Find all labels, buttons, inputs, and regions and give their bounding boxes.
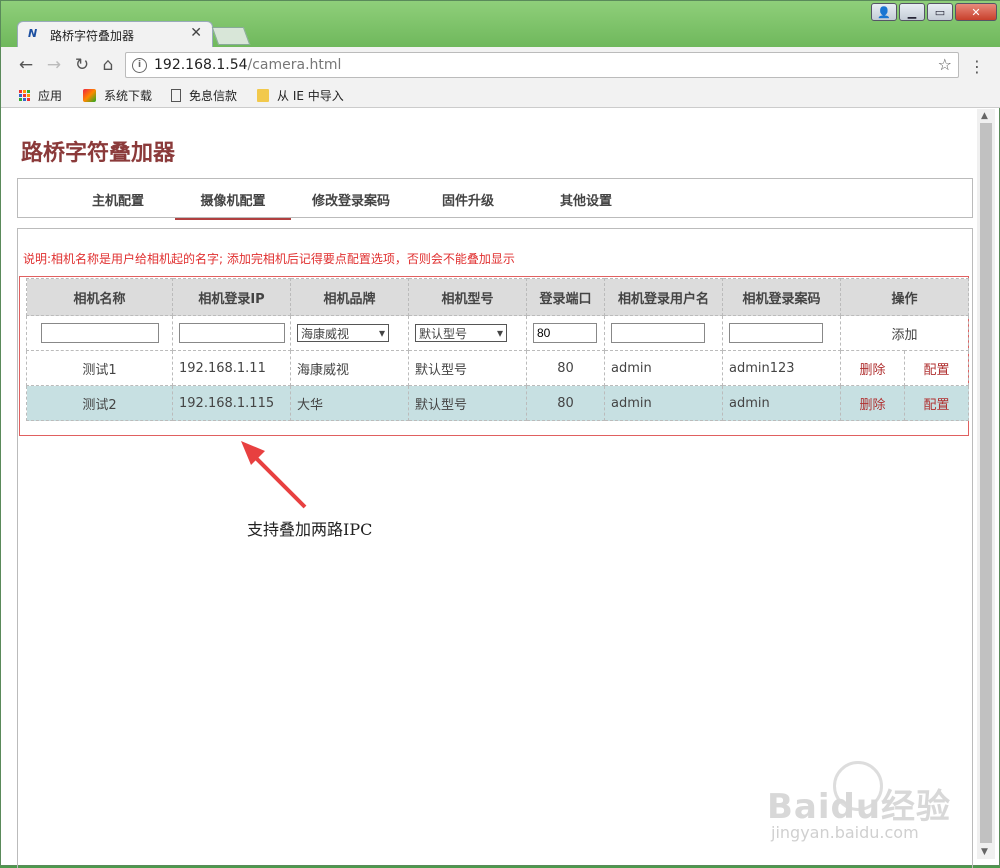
cell-camera-ip: 192.168.1.11 <box>172 350 291 386</box>
tab-title: 路桥字符叠加器 <box>50 29 135 43</box>
table-row[interactable]: 测试2 192.168.1.115 大华 默认型号 80 admin admin… <box>26 385 970 421</box>
tab-other-settings[interactable]: 其他设置 <box>556 190 616 209</box>
annotation-arrow-icon <box>241 441 307 509</box>
bookmark-apps[interactable]: 应用 <box>19 87 62 104</box>
vertical-scrollbar[interactable]: ▲ ▼ <box>977 109 995 859</box>
scroll-up-icon[interactable]: ▲ <box>981 111 988 121</box>
system-download-icon <box>83 89 96 102</box>
login-user-input[interactable] <box>611 323 705 343</box>
header-login-port: 登录端口 <box>526 278 605 316</box>
annotation-caption: 支持叠加两路IPC <box>247 520 373 539</box>
cell-login-password: admin123 <box>722 350 841 386</box>
tab-camera-config[interactable]: 摄像机配置 <box>175 190 291 220</box>
header-actions: 操作 <box>839 278 970 316</box>
cell-login-password: admin <box>722 385 841 421</box>
cell-login-port: 80 <box>526 350 605 386</box>
header-camera-model: 相机型号 <box>408 278 527 316</box>
url-text: 192.168.1.54/camera.html <box>154 57 341 73</box>
url-path: /camera.html <box>247 57 342 73</box>
tab-change-password[interactable]: 修改登录案码 <box>308 190 394 209</box>
cell-camera-model: 默认型号 <box>408 350 527 386</box>
window-controls: 👤 ▁ ▭ ✕ <box>871 3 997 21</box>
bookmark-system-download[interactable]: 系统下载 <box>83 87 152 104</box>
browser-tab[interactable]: N 路桥字符叠加器 ✕ <box>17 21 213 47</box>
home-icon[interactable]: ⌂ <box>97 55 119 75</box>
apps-icon <box>19 90 30 101</box>
cell-camera-ip: 192.168.1.115 <box>172 385 291 421</box>
header-camera-ip: 相机登录IP <box>172 278 291 316</box>
browser-window: N 路桥字符叠加器 ✕ 👤 ▁ ▭ ✕ ← → ↻ ⌂ i 192.168.1.… <box>0 0 1000 868</box>
minimize-button[interactable]: ▁ <box>899 3 925 21</box>
camera-table-frame: 相机名称 相机登录IP 相机品牌 相机型号 登录端口 相机登录用户名 相机登录案… <box>19 276 970 436</box>
table-header-row: 相机名称 相机登录IP 相机品牌 相机型号 登录端口 相机登录用户名 相机登录案… <box>26 278 970 316</box>
header-login-password: 相机登录案码 <box>722 278 841 316</box>
bookmark-label: 应用 <box>38 89 63 103</box>
add-button[interactable]: 添加 <box>839 315 970 351</box>
page-title: 路桥字符叠加器 <box>21 141 176 166</box>
cell-login-user: admin <box>604 385 723 421</box>
user-icon[interactable]: 👤 <box>871 3 897 21</box>
tab-firmware-upgrade[interactable]: 固件升级 <box>438 190 498 209</box>
page-icon <box>171 89 181 102</box>
bookmark-label: 系统下载 <box>104 89 153 103</box>
cell-camera-brand: 海康威视 <box>290 350 409 386</box>
cell-login-user: admin <box>604 350 723 386</box>
arrow-shaft <box>249 451 307 509</box>
config-button[interactable]: 配置 <box>903 350 970 386</box>
watermark-brand: Baidu经验 <box>767 787 952 827</box>
address-bar[interactable]: i 192.168.1.54/camera.html ☆ <box>125 52 959 78</box>
page-content: 路桥字符叠加器 主机配置 摄像机配置 修改登录案码 固件升级 其他设置 说明:相… <box>1 108 976 868</box>
camera-name-input[interactable] <box>40 323 159 343</box>
delete-button[interactable]: 删除 <box>840 385 905 421</box>
url-host: 192.168.1.54 <box>154 57 248 73</box>
close-tab-icon[interactable]: ✕ <box>190 25 202 41</box>
scroll-thumb[interactable] <box>980 123 992 843</box>
bookmarks-bar: 应用 系统下载 免息信款 从 IE 中导入 <box>1 83 1000 108</box>
main-nav: 主机配置 摄像机配置 修改登录案码 固件升级 其他设置 <box>17 178 973 220</box>
brand-select[interactable]: 海康威视 ▾ <box>297 324 389 342</box>
header-camera-brand: 相机品牌 <box>290 278 409 316</box>
back-arrow-icon[interactable]: ← <box>15 55 37 75</box>
login-password-input[interactable] <box>729 323 823 343</box>
cell-camera-name: 测试2 <box>26 385 173 421</box>
bookmark-label: 免息信款 <box>189 89 238 103</box>
close-window-button[interactable]: ✕ <box>955 3 997 21</box>
cell-camera-brand: 大华 <box>290 385 409 421</box>
reload-icon[interactable]: ↻ <box>71 55 93 75</box>
tab-strip: N 路桥字符叠加器 ✕ 👤 ▁ ▭ ✕ <box>1 1 1000 47</box>
brand-select-value: 海康威视 <box>301 326 350 341</box>
bookmark-star-icon[interactable]: ☆ <box>938 55 952 74</box>
browser-menu-icon[interactable]: ⋮ <box>969 57 985 76</box>
dropdown-arrow-icon: ▾ <box>378 326 385 340</box>
port-input[interactable] <box>533 323 597 343</box>
instruction-note: 说明:相机名称是用户给相机起的名字; 添加完相机后记得要点配置选项，否则会不能叠… <box>23 252 515 266</box>
watermark-url: jingyan.baidu.com <box>771 823 919 842</box>
header-camera-name: 相机名称 <box>26 278 173 316</box>
cell-camera-name: 测试1 <box>26 350 173 386</box>
camera-ip-input[interactable] <box>179 323 285 343</box>
bookmark-free-loan[interactable]: 免息信款 <box>171 87 237 104</box>
cell-login-port: 80 <box>526 385 605 421</box>
maximize-button[interactable]: ▭ <box>927 3 953 21</box>
browser-toolbar: ← → ↻ ⌂ i 192.168.1.54/camera.html ☆ ⋮ <box>1 47 1000 83</box>
tab-host-config[interactable]: 主机配置 <box>88 190 148 209</box>
new-camera-row: 海康威视 ▾ 默认型号 ▾ 添加 <box>26 315 970 351</box>
model-select[interactable]: 默认型号 ▾ <box>415 324 507 342</box>
model-select-value: 默认型号 <box>419 326 468 341</box>
config-button[interactable]: 配置 <box>903 385 970 421</box>
folder-icon <box>257 89 269 102</box>
cell-camera-model: 默认型号 <box>408 385 527 421</box>
dropdown-arrow-icon: ▾ <box>496 326 503 340</box>
table-row[interactable]: 测试1 192.168.1.11 海康威视 默认型号 80 admin admi… <box>26 350 970 386</box>
header-login-user: 相机登录用户名 <box>604 278 723 316</box>
forward-arrow-icon[interactable]: → <box>43 55 65 75</box>
bookmark-label: 从 IE 中导入 <box>277 89 344 103</box>
info-icon[interactable]: i <box>132 58 147 73</box>
camera-table: 相机名称 相机登录IP 相机品牌 相机型号 登录端口 相机登录用户名 相机登录案… <box>26 278 970 421</box>
scroll-down-icon[interactable]: ▼ <box>981 847 988 857</box>
favicon-icon: N <box>28 27 38 40</box>
bookmark-import-ie[interactable]: 从 IE 中导入 <box>257 87 344 104</box>
delete-button[interactable]: 删除 <box>840 350 905 386</box>
new-tab-button[interactable] <box>211 27 251 45</box>
